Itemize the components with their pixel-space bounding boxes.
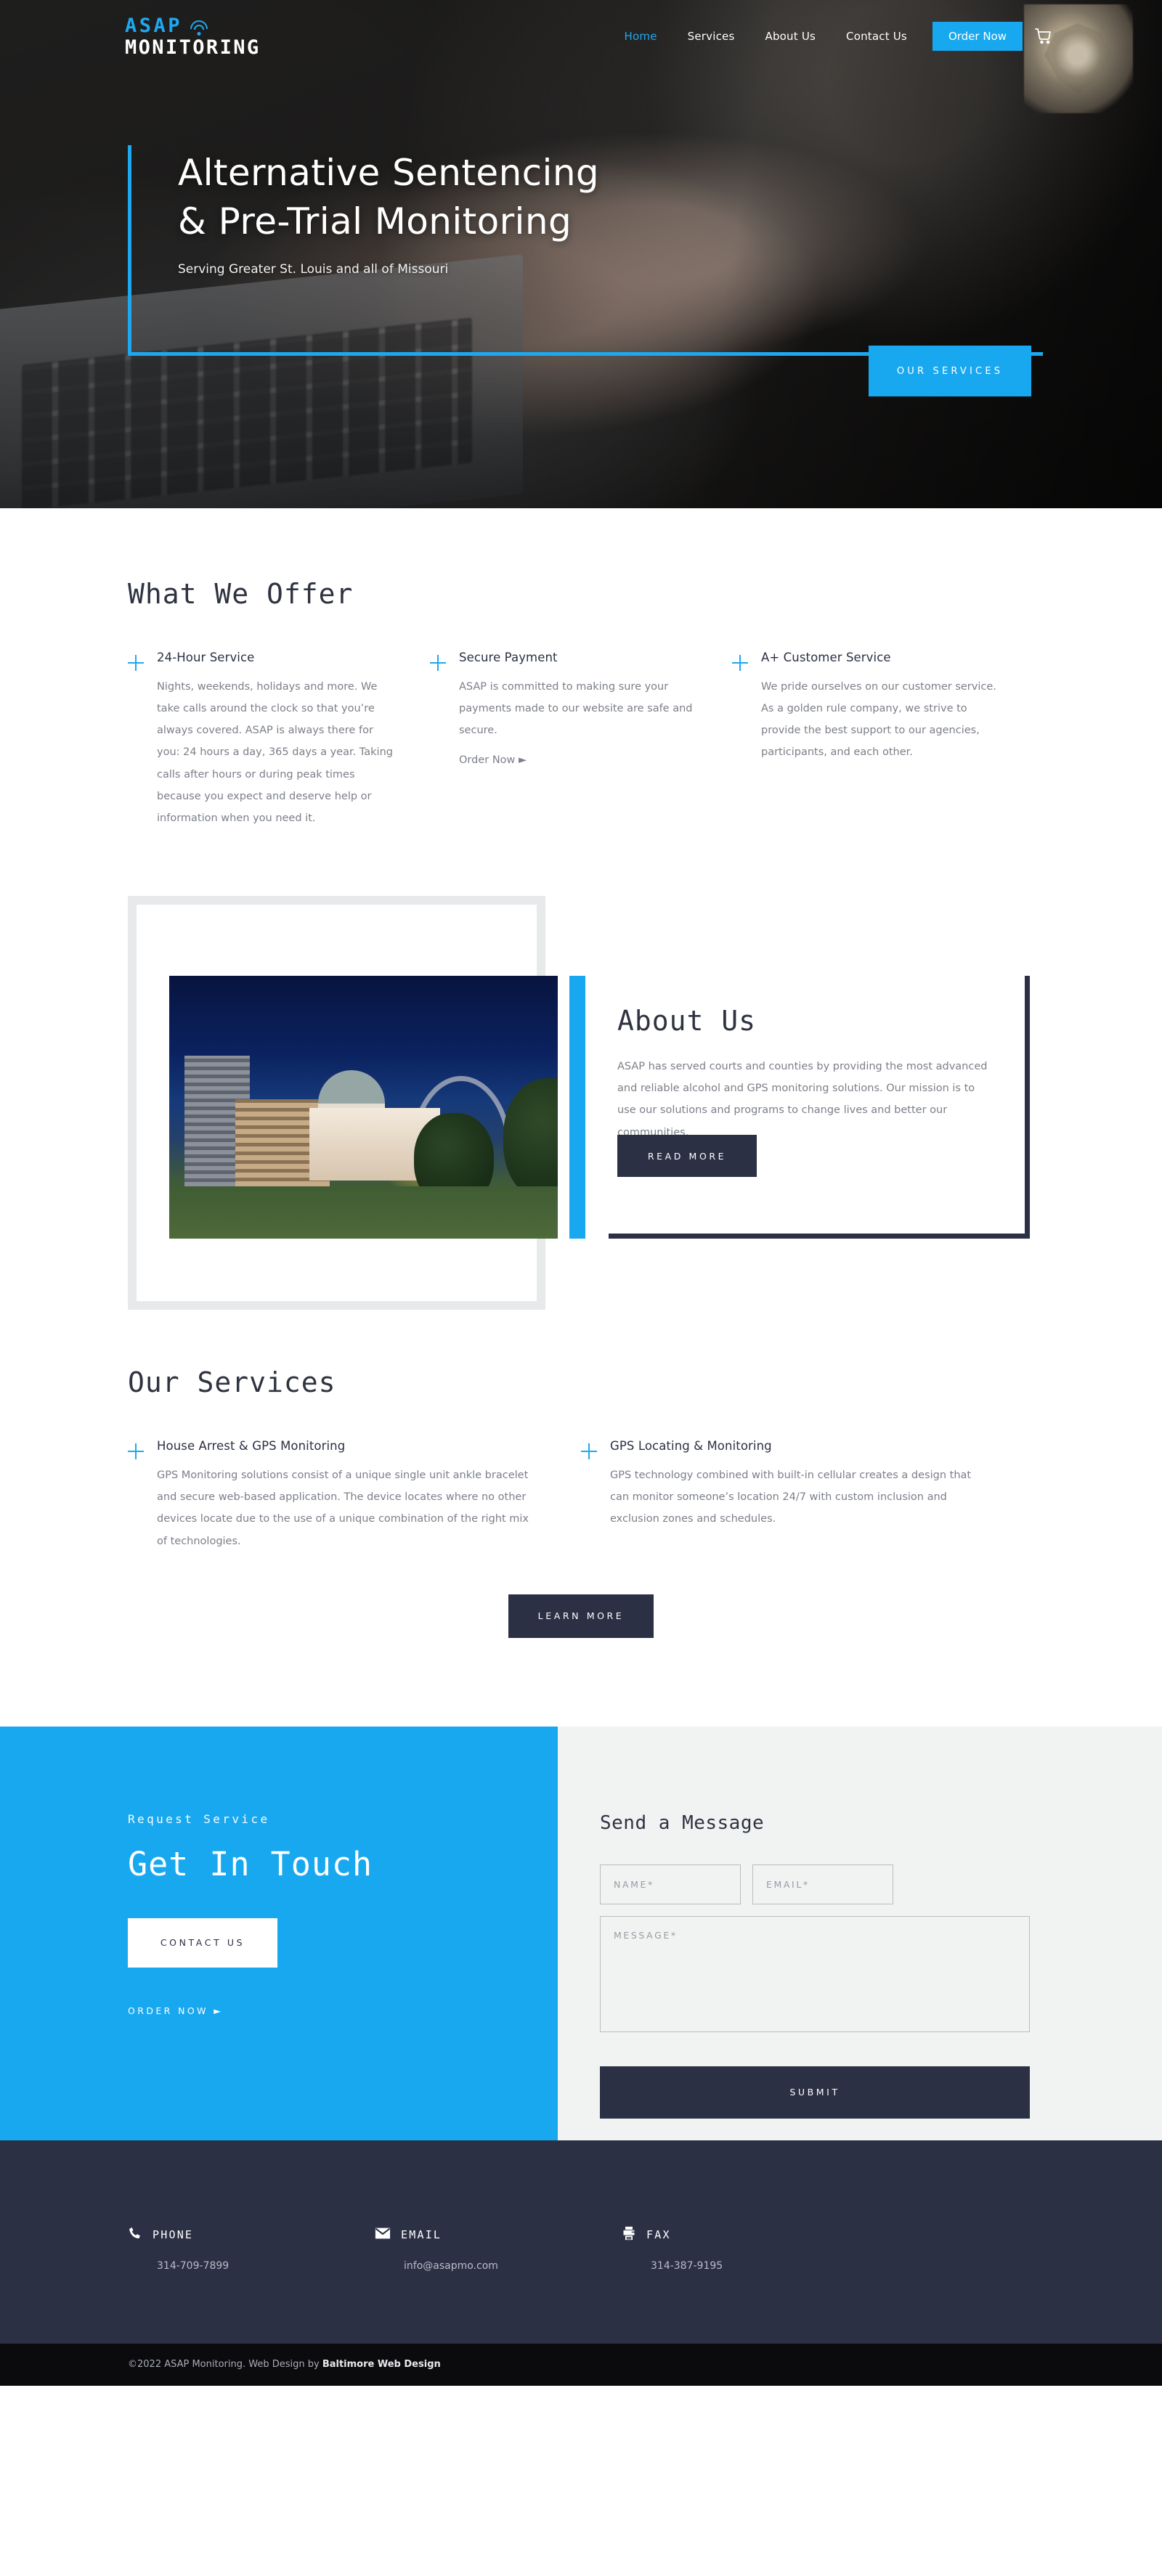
- nav-item-home[interactable]: Home: [609, 30, 673, 43]
- copyright-bar: ©2022 ASAP Monitoring. Web Design by Bal…: [0, 2343, 1162, 2386]
- footer-phone-value[interactable]: 314-709-7899: [157, 2260, 375, 2272]
- site-header: ASAP MONITORING Home Services About Us C…: [0, 0, 1162, 73]
- about-heading: About Us: [617, 1005, 757, 1038]
- order-now-button[interactable]: Order Now: [932, 22, 1023, 51]
- offer-item-title: Secure Payment: [459, 651, 558, 664]
- hero-title-line-1: Alternative Sentencing: [178, 152, 600, 194]
- footer-email-label: EMAIL: [401, 2228, 442, 2242]
- send-a-message-heading: Send a Message: [600, 1811, 765, 1834]
- offer-columns: 24-Hour Service Nights, weekends, holida…: [128, 651, 1034, 829]
- hero-title-line-2: & Pre-Trial Monitoring: [178, 200, 572, 242]
- plus-icon: [128, 655, 144, 671]
- offer-item-secure-payment: Secure Payment ASAP is committed to maki…: [430, 651, 732, 829]
- about-text-card: About Us ASAP has served courts and coun…: [609, 976, 1030, 1239]
- our-services-button[interactable]: OUR SERVICES: [869, 346, 1031, 396]
- logo-text-asap: ASAP: [125, 14, 183, 37]
- learn-more-button[interactable]: LEARN MORE: [508, 1594, 654, 1638]
- service-item-house-arrest: House Arrest & GPS Monitoring GPS Monito…: [128, 1439, 581, 1552]
- services-columns: House Arrest & GPS Monitoring GPS Monito…: [128, 1439, 1034, 1552]
- about-accent-bar: [569, 976, 585, 1239]
- copyright-link[interactable]: Baltimore Web Design: [322, 2359, 441, 2370]
- plus-icon: [581, 1443, 597, 1460]
- email-icon: [375, 2226, 391, 2244]
- hero-text-block: Alternative Sentencing & Pre-Trial Monit…: [178, 149, 599, 277]
- about-us-section: About Us ASAP has served courts and coun…: [0, 880, 1162, 1316]
- footer-fax-value[interactable]: 314-387-9195: [651, 2260, 869, 2272]
- contact-us-button[interactable]: CONTACT US: [128, 1917, 277, 1968]
- logo-text-monitoring: MONITORING: [125, 36, 261, 59]
- plus-icon: [430, 655, 446, 671]
- plus-icon: [732, 655, 748, 671]
- footer-phone-label: PHONE: [153, 2228, 194, 2242]
- about-image: [169, 976, 558, 1239]
- nav-item-services[interactable]: Services: [673, 30, 750, 43]
- shopping-cart-icon[interactable]: [1034, 28, 1053, 45]
- hero-content: Alternative Sentencing & Pre-Trial Monit…: [0, 0, 1162, 508]
- page-root: ASAP MONITORING Home Services About Us C…: [0, 0, 1162, 2386]
- service-item-title: House Arrest & GPS Monitoring: [157, 1439, 346, 1454]
- footer-column-phone: PHONE 314-709-7899: [128, 2226, 375, 2272]
- offer-item-a-plus-customer-service: A+ Customer Service We pride ourselves o…: [732, 651, 1034, 829]
- offer-order-now-link[interactable]: Order Now ►: [459, 754, 527, 766]
- site-logo[interactable]: ASAP MONITORING: [125, 16, 261, 57]
- footer-column-fax: FAX 314-387-9195: [622, 2226, 869, 2272]
- service-item-title: GPS Locating & Monitoring: [610, 1439, 772, 1454]
- what-we-offer-heading: What We Offer: [128, 578, 354, 610]
- contact-form-panel: Send a Message SUBMIT: [558, 1726, 1162, 2140]
- copyright-text: ©2022 ASAP Monitoring. Web Design by Bal…: [128, 2359, 441, 2370]
- service-item-body: GPS technology combined with built-in ce…: [610, 1470, 972, 1525]
- our-services-heading: Our Services: [128, 1366, 336, 1399]
- offer-item-24-hour-service: 24-Hour Service Nights, weekends, holida…: [128, 651, 430, 829]
- order-now-link[interactable]: ORDER NOW ►: [128, 2005, 223, 2016]
- service-item-body: GPS Monitoring solutions consist of a un…: [157, 1470, 529, 1547]
- footer-email-value[interactable]: info@asapmo.com: [404, 2260, 622, 2272]
- submit-button[interactable]: SUBMIT: [600, 2066, 1030, 2119]
- email-input[interactable]: [752, 1864, 893, 1904]
- offer-item-body: Nights, weekends, holidays and more. We …: [157, 681, 393, 824]
- offer-item-body: ASAP is committed to making sure your pa…: [459, 681, 693, 737]
- learn-more-wrapper: LEARN MORE: [128, 1594, 1034, 1638]
- phone-icon: [128, 2226, 142, 2244]
- about-body: ASAP has served courts and counties by p…: [617, 1061, 988, 1138]
- nav-item-about-us[interactable]: About Us: [750, 30, 832, 43]
- footer-column-email: EMAIL info@asapmo.com: [375, 2226, 622, 2272]
- wifi-signal-icon: [190, 20, 208, 36]
- plus-icon: [128, 1443, 144, 1460]
- offer-item-title: 24-Hour Service: [157, 651, 255, 664]
- footer-fax-label: FAX: [646, 2228, 671, 2242]
- message-textarea[interactable]: [600, 1915, 1030, 2032]
- main-navigation: Home Services About Us Contact Us Order …: [609, 22, 1053, 51]
- offer-item-body: We pride ourselves on our customer servi…: [761, 681, 996, 759]
- get-in-touch-heading: Get In Touch: [128, 1844, 373, 1883]
- hero-section: ASAP MONITORING Home Services About Us C…: [0, 0, 1162, 508]
- what-we-offer-section: What We Offer 24-Hour Service Nights, we…: [0, 508, 1162, 858]
- request-service-eyebrow: Request Service: [128, 1811, 270, 1826]
- offer-item-title: A+ Customer Service: [761, 651, 891, 664]
- nav-item-contact-us[interactable]: Contact Us: [831, 30, 922, 43]
- hero-subtitle: Serving Greater St. Louis and all of Mis…: [178, 262, 449, 277]
- name-input[interactable]: [600, 1864, 741, 1904]
- about-read-more-button[interactable]: READ MORE: [617, 1135, 757, 1178]
- get-in-touch-panel: Request Service Get In Touch CONTACT US …: [0, 1726, 558, 2140]
- form-row-name-email: [600, 1864, 893, 1904]
- our-services-section: Our Services House Arrest & GPS Monitori…: [0, 1316, 1162, 1667]
- service-item-gps-locating: GPS Locating & Monitoring GPS technology…: [581, 1439, 1034, 1552]
- fax-icon: [622, 2226, 636, 2244]
- footer-columns: PHONE 314-709-7899 EMAIL info@asapmo.com: [128, 2226, 1034, 2272]
- copyright-prefix: ©2022 ASAP Monitoring. Web Design by: [128, 2359, 322, 2371]
- contact-section: Request Service Get In Touch CONTACT US …: [0, 1726, 1162, 2140]
- site-footer: PHONE 314-709-7899 EMAIL info@asapmo.com: [0, 2140, 1162, 2344]
